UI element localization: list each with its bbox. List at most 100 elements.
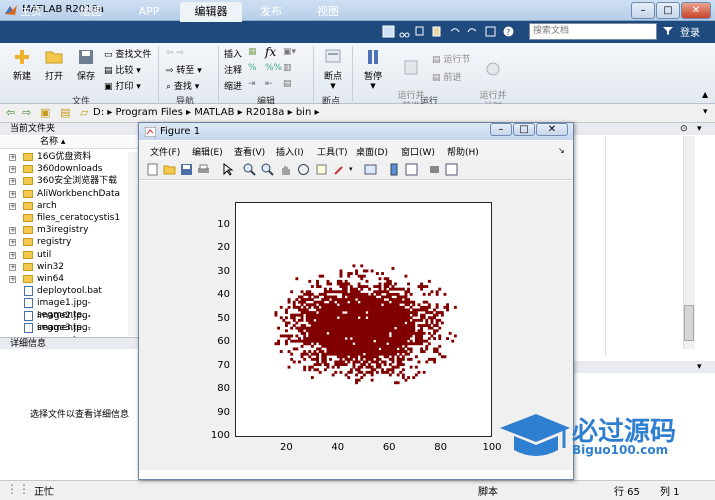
list-item[interactable]: + registry (0, 236, 138, 248)
save-icon[interactable] (382, 25, 395, 38)
login-button[interactable]: 登录 (680, 24, 700, 39)
forward-icon[interactable]: ⇨ (22, 106, 31, 119)
expand-icon[interactable]: + (9, 276, 16, 283)
format-icon[interactable]: ▣▾ (283, 47, 296, 57)
expand-icon[interactable]: + (9, 154, 16, 161)
find-button[interactable]: ⌕ 查找 ▾ (166, 79, 199, 92)
link-plot-icon[interactable] (364, 163, 377, 176)
zoom-out-icon[interactable] (261, 163, 274, 176)
cut-icon[interactable] (398, 25, 411, 38)
breadcrumb[interactable]: D: ▸ Program Files ▸ MATLAB ▸ R2018a ▸ b… (93, 107, 319, 118)
menu-help[interactable]: 帮助(H) (447, 145, 479, 158)
redo-icon[interactable] (466, 25, 479, 38)
dock-icon[interactable]: ↘ (558, 146, 565, 155)
list-item[interactable]: image3.jpg-segmente... (0, 322, 138, 345)
smart-indent-icon[interactable]: ▤ (283, 79, 292, 89)
panel-dropdown-icon[interactable]: ▾ (697, 124, 702, 134)
panel-dropdown-icon[interactable]: ▾ (697, 362, 702, 372)
list-item[interactable]: + util (0, 249, 138, 261)
file-list-scrollbar[interactable] (128, 152, 138, 336)
column-header-name[interactable]: 名称 ▴ (0, 136, 138, 149)
expand-icon[interactable]: + (9, 263, 16, 271)
show-tools-icon[interactable] (445, 163, 458, 176)
menu-file[interactable]: 文件(F) (150, 145, 180, 158)
data-cursor-icon[interactable] (315, 163, 328, 176)
breadcrumb-part[interactable]: R2018a (246, 107, 285, 118)
legend-icon[interactable] (405, 163, 418, 176)
breadcrumb-part[interactable]: MATLAB (194, 107, 234, 118)
pause-button[interactable]: 暂停 ▼ (358, 48, 388, 90)
close-button[interactable]: ✕ (681, 2, 711, 19)
tab-view[interactable]: 视图 (300, 2, 356, 22)
menu-desktop[interactable]: 桌面(D) (356, 145, 388, 158)
tab-editor[interactable]: 编辑器 (180, 2, 242, 22)
up-folder-icon[interactable]: ▣ (40, 106, 50, 119)
indent-button[interactable]: 缩进 (224, 79, 242, 92)
brush-icon[interactable] (333, 163, 346, 176)
expand-icon[interactable]: + (9, 239, 16, 247)
figure-close-button[interactable]: ✕ (536, 123, 568, 136)
insert-button[interactable]: 插入 (224, 47, 242, 60)
list-item[interactable]: deploytool.bat (0, 285, 138, 297)
back-forward-icon[interactable]: ⇦ ⇨ (166, 48, 184, 58)
list-item[interactable]: +16G优盘资料 (0, 151, 138, 163)
tab-publish[interactable]: 发布 (246, 2, 296, 22)
address-dropdown-icon[interactable]: ▾ (703, 107, 708, 117)
menu-view[interactable]: 查看(V) (234, 145, 265, 158)
new-button[interactable]: 新建 (8, 48, 36, 82)
breadcrumb-part[interactable]: bin (296, 107, 311, 118)
rotate-icon[interactable] (297, 163, 310, 176)
list-item[interactable]: image2.jpg-segmente... (0, 310, 138, 333)
breadcrumb-part[interactable]: Program Files (115, 107, 182, 118)
hide-tools-icon[interactable] (428, 163, 441, 176)
indent-icon[interactable]: ⇥ (248, 79, 256, 89)
switch-windows-icon[interactable] (484, 25, 497, 38)
pan-icon[interactable] (279, 163, 292, 176)
open-button[interactable]: 打开 (40, 48, 68, 82)
open-file-icon[interactable] (163, 163, 176, 176)
compare-button[interactable]: ▤ 比较 ▾ (104, 63, 141, 76)
menu-window[interactable]: 窗口(W) (401, 145, 435, 158)
minimize-button[interactable]: – (631, 2, 655, 19)
advance-button[interactable]: ▤ 前进 (432, 70, 461, 83)
expand-icon[interactable]: + (9, 166, 16, 174)
comment-button[interactable]: 注释 (224, 63, 242, 76)
print-button[interactable]: ▣ 打印 ▾ (104, 79, 141, 92)
paste-icon[interactable] (430, 25, 443, 38)
list-item[interactable]: + AliWorkbenchData (0, 188, 138, 200)
copy-icon[interactable] (414, 25, 427, 38)
tab-home[interactable]: 主页 (8, 2, 54, 22)
list-item[interactable]: +360downloads (0, 163, 138, 175)
breakpoint-button[interactable]: 断点 ▼ (318, 48, 348, 90)
menu-insert[interactable]: 插入(I) (276, 145, 304, 158)
print-figure-icon[interactable] (197, 163, 210, 176)
maximize-button[interactable]: □ (656, 2, 680, 19)
brush-dropdown-icon[interactable]: ▾ (349, 165, 353, 173)
list-item[interactable]: files_ceratocystis1 (0, 212, 138, 224)
expand-icon[interactable]: + (9, 202, 16, 210)
save-figure-icon[interactable] (180, 163, 193, 176)
percent-icon[interactable]: % (248, 63, 257, 73)
insert-section-icon[interactable]: ▦ (248, 47, 257, 57)
find-file-button[interactable]: ▭ 查找文件 (104, 47, 151, 60)
scrollbar-thumb[interactable] (684, 305, 694, 341)
list-item[interactable]: + win64 (0, 273, 138, 285)
breadcrumb-part[interactable]: D: (93, 107, 104, 118)
collapse-ribbon-icon[interactable]: ▲ (702, 90, 708, 99)
expand-icon[interactable]: + (9, 227, 16, 235)
uncomment-icon[interactable]: %% (265, 63, 282, 73)
expand-icon[interactable]: + (9, 190, 16, 198)
wrap-icon[interactable]: ▥ (283, 63, 292, 73)
back-icon[interactable]: ⇦ (6, 106, 15, 119)
list-item[interactable]: + win32 (0, 261, 138, 273)
list-item[interactable]: + m3iregistry (0, 224, 138, 236)
help-icon[interactable]: ? (502, 25, 515, 38)
menu-tools[interactable]: 工具(T) (317, 145, 348, 158)
goto-button[interactable]: ⇨ 转至 ▾ (166, 63, 202, 76)
figure-maximize-button[interactable]: □ (513, 123, 535, 136)
list-item[interactable]: image1.jpg-segmente... (0, 297, 138, 320)
list-item[interactable]: + arch (0, 200, 138, 212)
expand-icon[interactable]: + (9, 178, 16, 186)
expand-icon[interactable]: + (9, 251, 16, 259)
tab-apps[interactable]: APP (122, 2, 176, 22)
